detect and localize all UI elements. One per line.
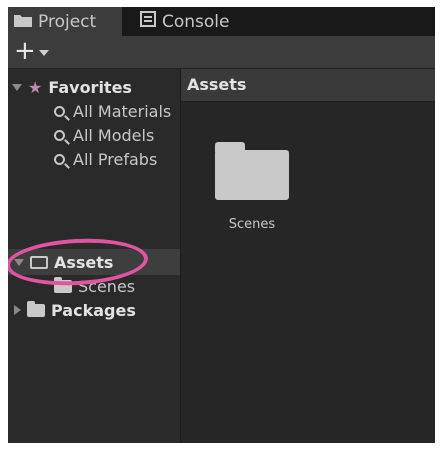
folder-icon	[215, 142, 289, 200]
tree-item-label: All Materials	[73, 101, 172, 121]
search-icon	[54, 105, 65, 117]
tab-project-label: Project	[38, 11, 97, 32]
tree-item-all-models[interactable]: All Models	[54, 123, 154, 147]
asset-grid: Scenes	[181, 102, 435, 443]
folder-icon	[27, 300, 45, 317]
tree-item-label: All Prefabs	[73, 149, 158, 169]
search-icon	[54, 153, 65, 165]
expand-arrow-icon[interactable]	[14, 305, 21, 315]
folder-icon	[14, 12, 32, 32]
packages-label: Packages	[51, 300, 136, 320]
asset-item-label: Scenes	[228, 217, 276, 232]
breadcrumb-assets[interactable]: Assets	[187, 75, 246, 94]
search-icon	[54, 129, 65, 141]
folder-tree-panel: ★ Favorites All Materials All Models All…	[8, 69, 180, 443]
tree-item-favorites[interactable]: ★ Favorites	[12, 75, 132, 99]
tab-console[interactable]: Console	[134, 7, 274, 36]
toolbar: +	[8, 36, 435, 69]
tree-item-all-materials[interactable]: All Materials	[54, 99, 171, 123]
tree-item-packages[interactable]: Packages	[14, 298, 136, 322]
add-button[interactable]: +	[14, 38, 36, 64]
tab-bar: Project Console	[8, 7, 435, 36]
expand-arrow-icon[interactable]	[12, 83, 22, 91]
tree-item-all-prefabs[interactable]: All Prefabs	[54, 147, 157, 171]
project-window: Project Console + ★ Favorites All Materi…	[8, 7, 435, 443]
star-icon: ★	[28, 77, 43, 97]
tab-console-label: Console	[162, 11, 230, 32]
tree-item-label: All Models	[73, 125, 155, 145]
favorites-label: Favorites	[48, 77, 132, 97]
chevron-down-icon[interactable]	[39, 50, 49, 56]
asset-item-scenes[interactable]: Scenes	[181, 102, 323, 242]
console-icon	[140, 11, 156, 32]
breadcrumb: Assets	[181, 69, 435, 102]
tab-project[interactable]: Project	[8, 7, 123, 36]
